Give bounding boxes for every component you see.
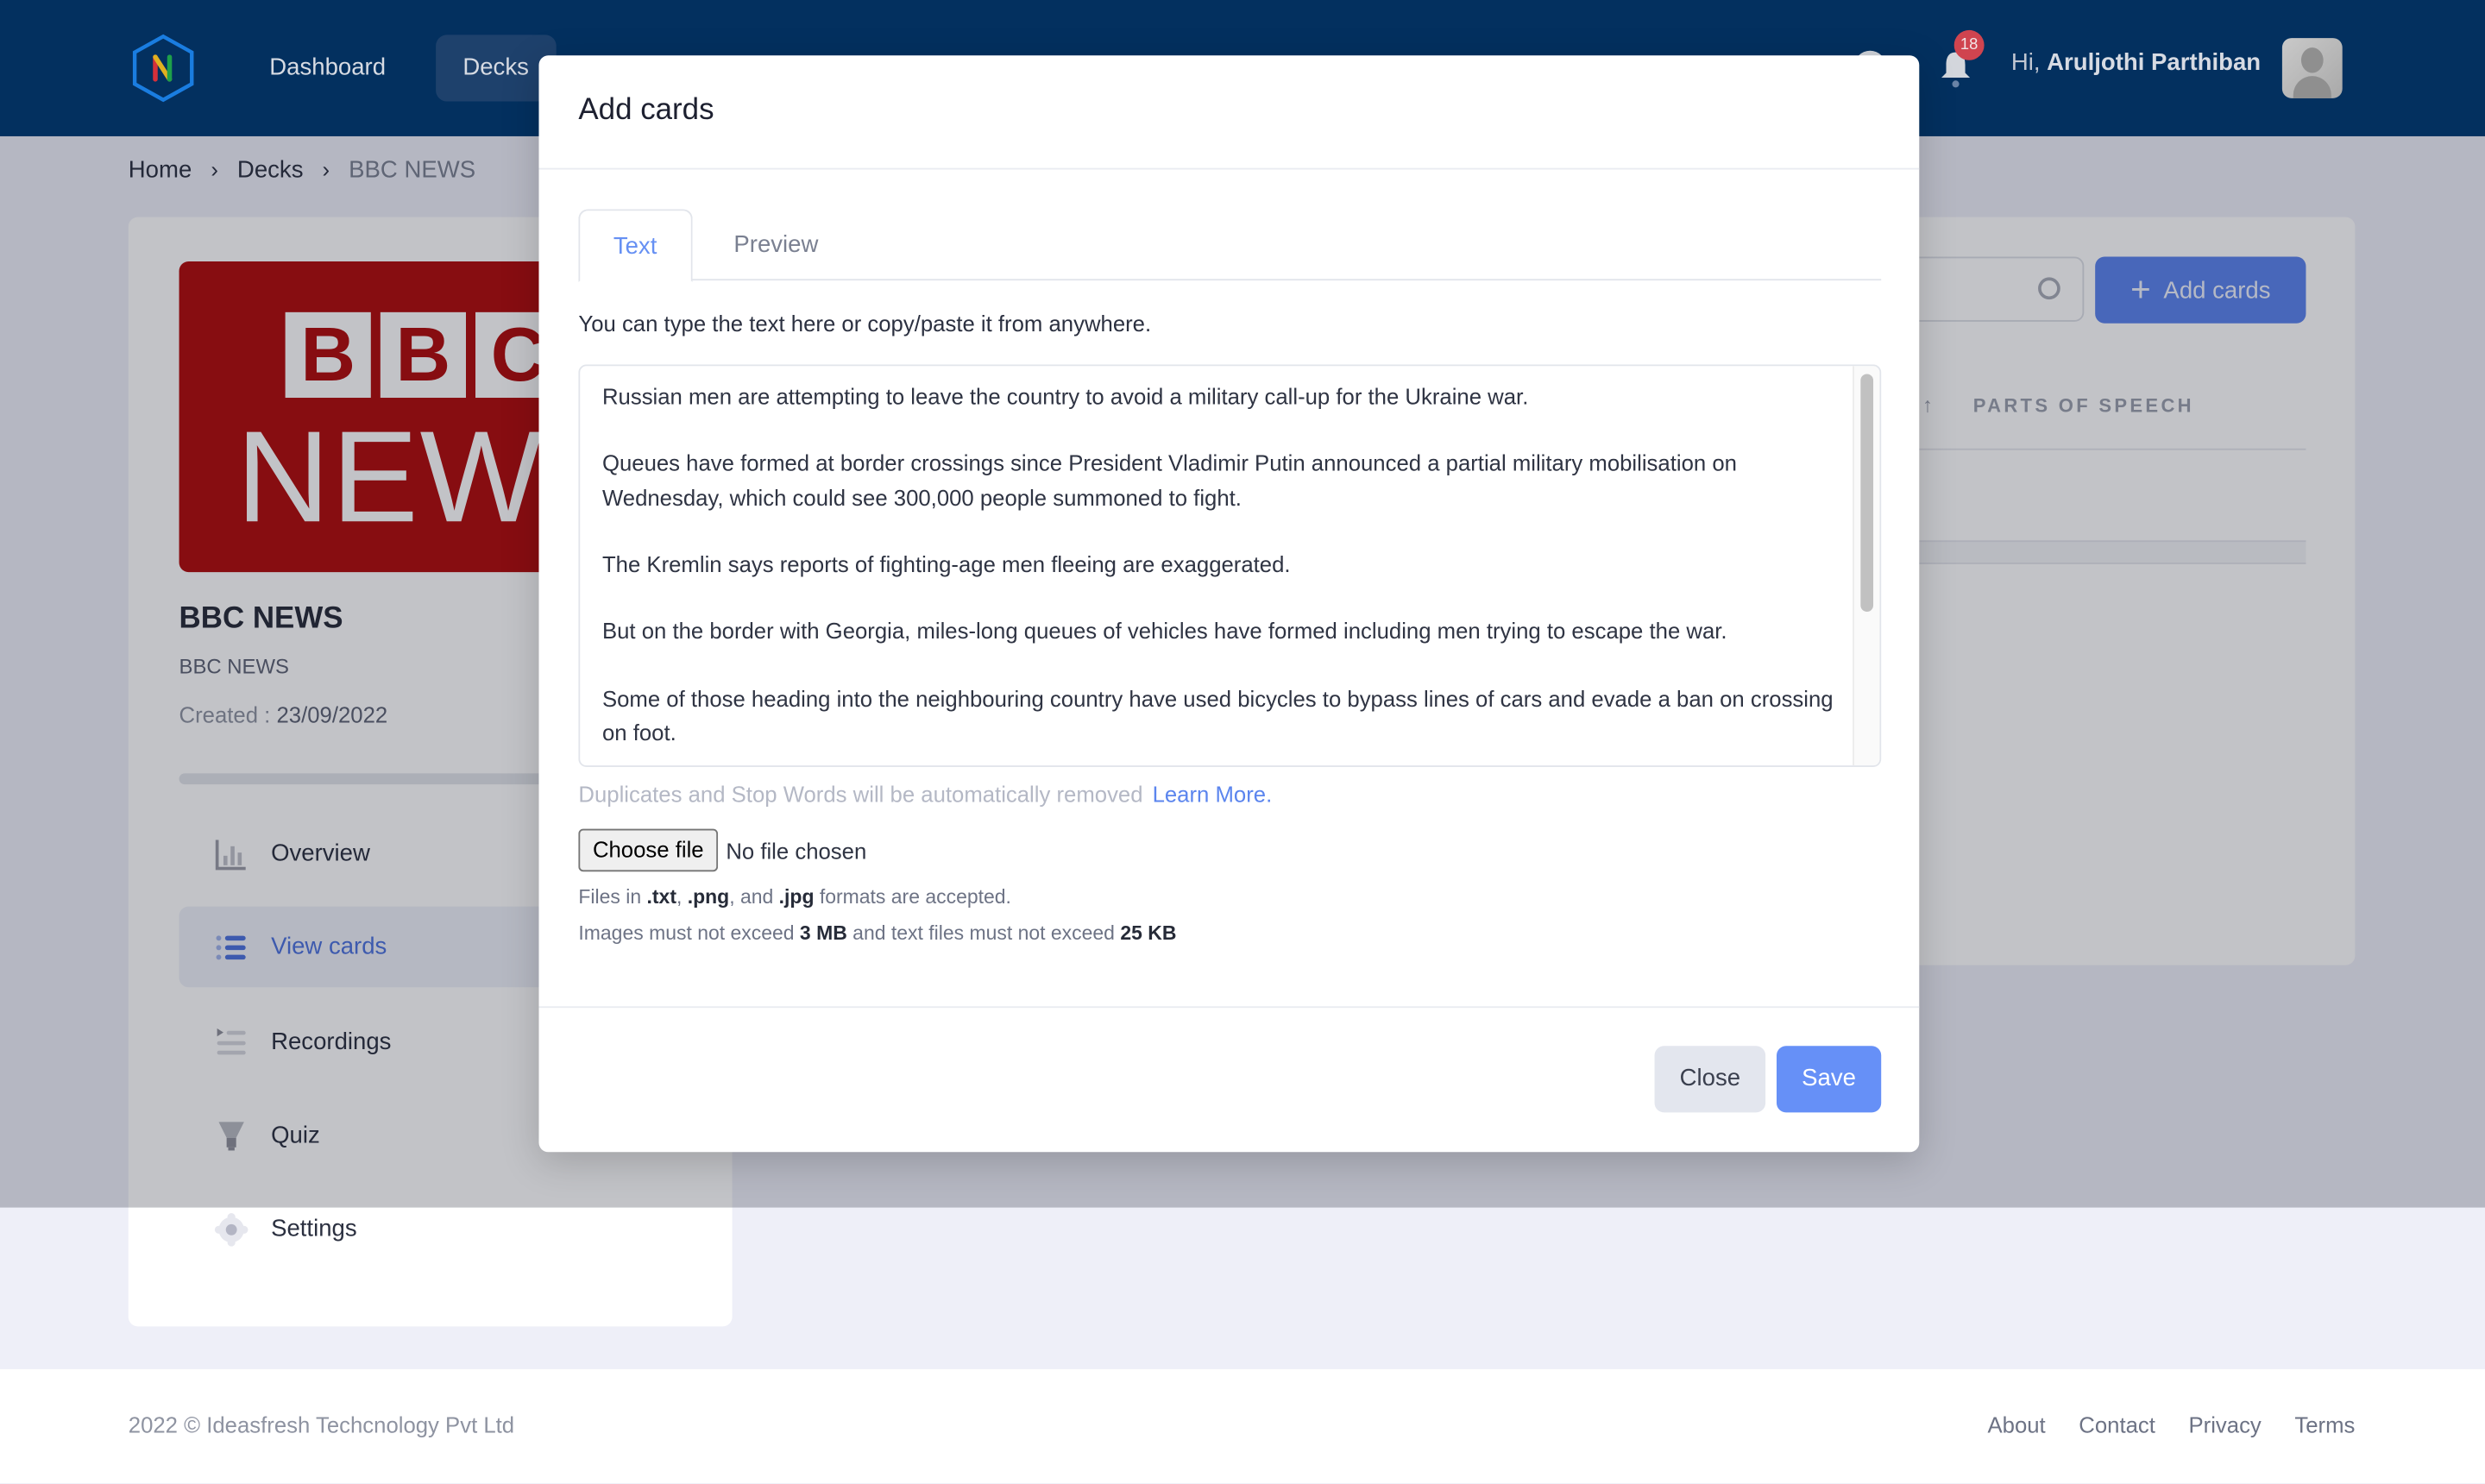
note-text: and text files must not exceed [846,921,1121,945]
greeting-prefix: Hi, [2010,48,2048,77]
copyright-text: 2022 © Ideasfresh Techcnology Pvt Ltd [128,1412,515,1437]
footer-link-privacy[interactable]: Privacy [2188,1412,2261,1437]
footer-link-terms[interactable]: Terms [2294,1412,2355,1437]
modal-title: Add cards [578,93,714,127]
page-footer: 2022 © Ideasfresh Techcnology Pvt Ltd Ab… [0,1368,2485,1484]
gear-icon [214,1212,248,1246]
note-text: , and [729,885,779,909]
format-txt: .txt [646,885,676,909]
modal-header-divider [538,167,1920,170]
footer-link-contact[interactable]: Contact [2079,1412,2155,1437]
duplicates-note: Duplicates and Stop Words will be automa… [578,782,1272,807]
avatar-body-shape [2293,76,2331,98]
user-avatar[interactable] [2281,38,2343,98]
note-text: formats are accepted. [814,885,1011,909]
learn-more-link[interactable]: Learn More. [1153,782,1273,807]
accepted-formats-note: Files in .txt, .png, and .jpg formats ar… [578,886,1011,909]
avatar-head-shape [2300,47,2324,73]
footer-link-about[interactable]: About [1988,1412,2046,1437]
tab-text[interactable]: Text [578,209,692,282]
scrollbar-thumb[interactable] [1860,374,1874,612]
format-jpg: .jpg [778,885,815,909]
note-text: Files in [578,885,647,909]
note-text: Images must not exceed [578,921,800,945]
modal-footer-divider [538,1006,1920,1009]
file-input: Choose file No file chosen [578,828,867,872]
format-png: .png [687,885,730,909]
nav-dashboard[interactable]: Dashboard [242,35,412,101]
sidebar-item-label: Settings [271,1215,357,1243]
add-cards-modal: Add cards Text Preview You can type the … [538,55,1920,1153]
modal-tabs: Text Preview [578,209,1882,282]
page: Dashboard Decks 18 Hi, Aruljothi Parthib… [0,0,2485,1484]
cards-text-value[interactable]: Russian men are attempting to leave the … [602,380,1839,750]
image-size-limit: 3 MB [799,921,847,945]
nav-decks[interactable]: Decks [436,35,557,102]
file-status: No file chosen [726,837,867,864]
tab-preview[interactable]: Preview [701,209,852,280]
size-limit-note: Images must not exceed 3 MB and text fil… [578,922,1176,945]
user-greeting: Hi, Aruljothi Parthiban [2011,49,2261,76]
notification-count-badge: 18 [1953,29,1985,60]
save-button[interactable]: Save [1776,1046,1882,1113]
footer-links: About Contact Privacy Terms [1988,1412,2356,1437]
choose-file-button[interactable]: Choose file [578,828,719,872]
text-size-limit: 25 KB [1120,921,1177,945]
user-name: Aruljothi Parthiban [2047,48,2262,77]
close-button[interactable]: Close [1654,1046,1766,1113]
note-text: , [676,885,688,909]
app-logo-icon[interactable] [129,34,198,104]
cards-text-input[interactable]: Russian men are attempting to leave the … [578,364,1882,767]
helper-text: You can type the text here or copy/paste… [578,311,1152,336]
duplicates-note-text: Duplicates and Stop Words will be automa… [578,781,1143,807]
textarea-scrollbar[interactable] [1853,366,1880,766]
